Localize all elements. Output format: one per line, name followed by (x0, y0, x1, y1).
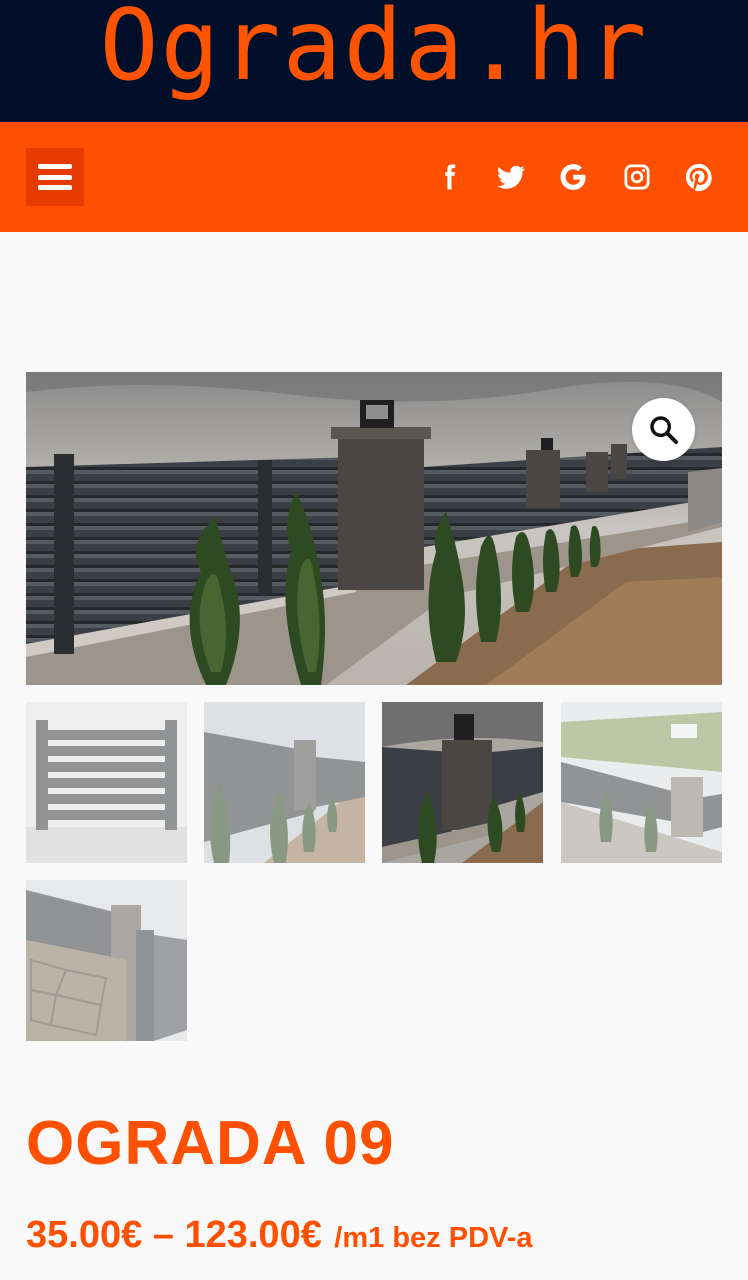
google-icon (560, 164, 586, 190)
instagram-icon (624, 164, 650, 190)
google-link[interactable] (556, 160, 590, 194)
nav-bar (0, 122, 748, 232)
site-header: Ograda.hr (0, 0, 748, 122)
gallery-thumbnail-1[interactable] (26, 702, 187, 863)
gallery-thumbnail-3-active[interactable] (382, 702, 543, 863)
pinterest-icon (685, 163, 712, 192)
zoom-button[interactable] (632, 398, 695, 461)
fence-panel-thumb (26, 702, 187, 863)
price-unit: /m1 bez PDV-a (334, 1222, 533, 1254)
magnifier-icon (649, 415, 678, 444)
product-main-image[interactable] (26, 372, 722, 685)
fence-row-thumb (204, 702, 365, 863)
product-title: OGRADA 09 (26, 1109, 395, 1178)
price-line: 35.00€ – 123.00€ /m1 bez PDV-a (26, 1214, 533, 1257)
price-range: 35.00€ – 123.00€ (26, 1214, 322, 1256)
pinterest-link[interactable] (682, 160, 716, 194)
fence-stone-wall-thumb (26, 880, 187, 1041)
gallery-thumbnail-5[interactable] (26, 880, 187, 1041)
hamburger-menu-icon (38, 164, 72, 190)
facebook-link[interactable] (432, 160, 466, 194)
menu-button[interactable] (26, 148, 84, 206)
fence-hillside-thumb (561, 702, 722, 863)
instagram-link[interactable] (620, 160, 654, 194)
gallery-thumbnail-2[interactable] (204, 702, 365, 863)
fence-photo (26, 372, 722, 685)
twitter-icon (497, 165, 525, 189)
site-logo[interactable]: Ograda.hr (0, 0, 748, 106)
fence-pillar-thumb (382, 702, 543, 863)
gallery-thumbnail-4[interactable] (561, 702, 722, 863)
twitter-link[interactable] (494, 160, 528, 194)
facebook-icon (445, 164, 456, 190)
